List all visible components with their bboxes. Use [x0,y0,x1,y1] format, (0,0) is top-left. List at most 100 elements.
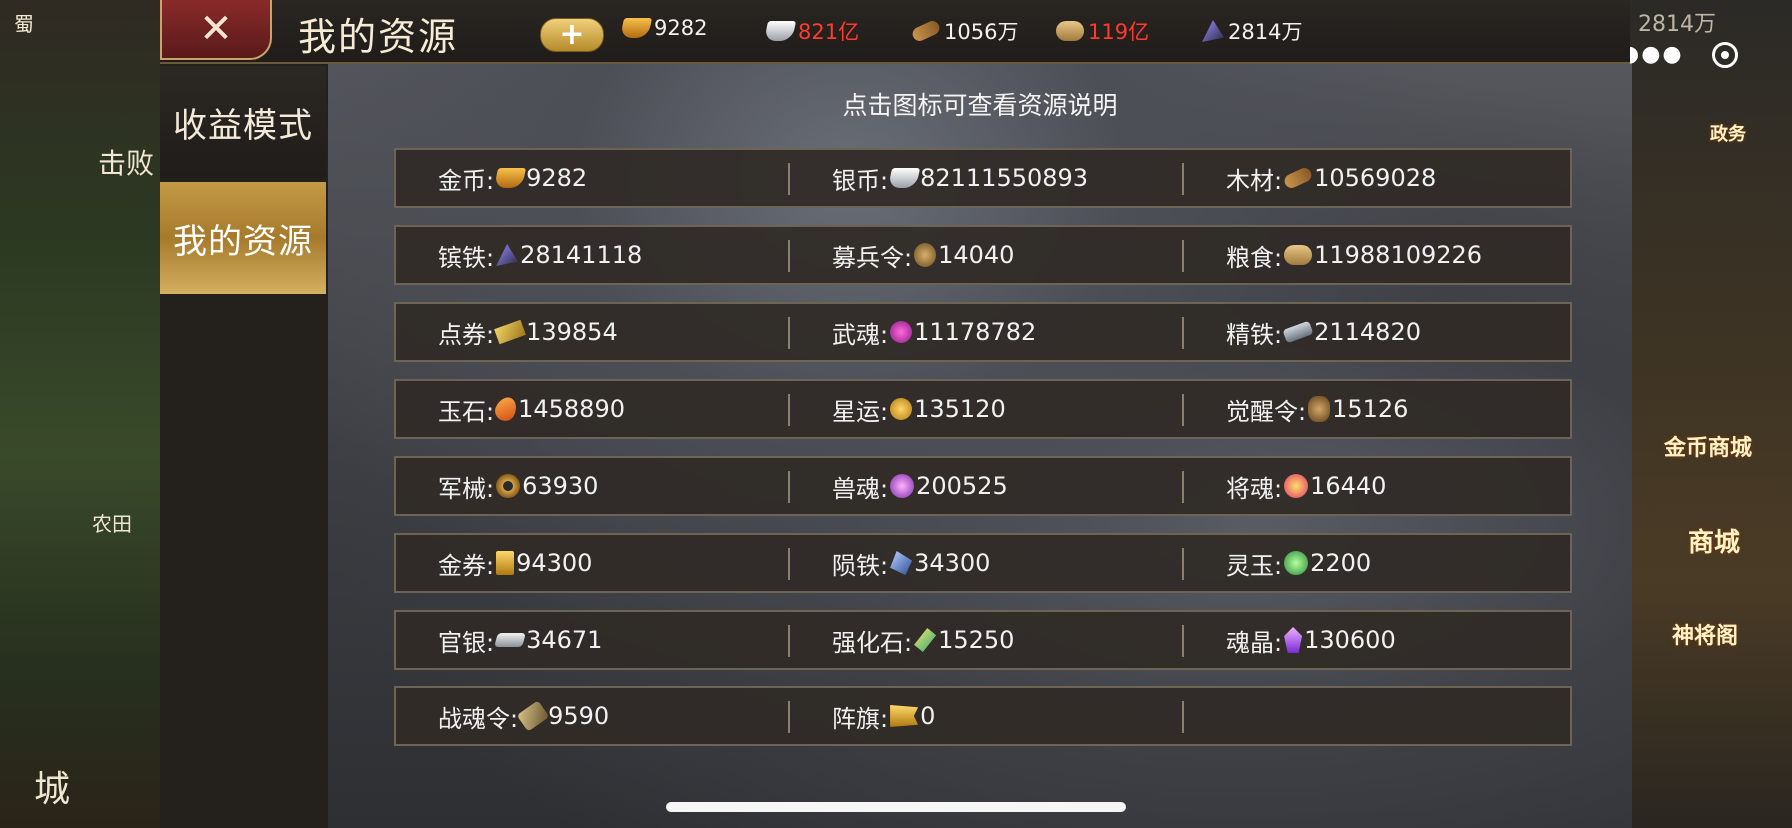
resource-cell[interactable]: 武魂: 11178782 [832,304,1036,360]
resource-cell[interactable]: 精铁: 2114820 [1226,304,1421,360]
resource-cell[interactable]: 点券: 139854 [438,304,618,360]
resource-cell[interactable]: 星运: 135120 [832,381,1006,437]
resource-label: 陨铁: [832,551,889,580]
resource-value: 1458890 [518,395,625,423]
iron-icon[interactable] [496,244,519,266]
resource-label: 点券: [438,320,495,349]
resource-cell[interactable]: 镔铁: 28141118 [438,227,642,283]
grain-icon[interactable] [1284,245,1313,265]
gold-voucher-icon[interactable] [496,551,515,575]
affairs-button[interactable]: 政务 [1710,120,1746,146]
resource-cell[interactable]: 魂晶: 130600 [1226,612,1396,668]
resource-value: 10569028 [1314,164,1437,192]
gold-ingot-icon [619,18,653,38]
resource-cell[interactable]: 觉醒令: 15126 [1226,381,1408,437]
resource-label: 兽魂: [832,474,889,503]
resource-label: 星运: [832,397,889,426]
resource-cell[interactable]: 将魂: 16440 [1226,458,1386,514]
resource-label: 精铁: [1226,320,1283,349]
top-resource-wood[interactable]: 1056万 [910,16,1018,46]
resource-value: 16440 [1310,472,1387,500]
grain-icon [1056,21,1084,41]
resource-cell[interactable]: 阵旗: 0 [832,688,935,744]
resource-value: 2114820 [1314,318,1421,346]
top-resource-iron[interactable]: 2814万 [1200,16,1302,46]
resource-label: 魂晶: [1226,628,1283,657]
resource-cell[interactable]: 粮食: 11988109226 [1226,227,1482,283]
silver-ingot-icon[interactable] [887,168,921,188]
resource-row: 镔铁: 28141118 募兵令: 14040 粮食: 11988109226 [394,225,1572,285]
close-button[interactable]: ✕ [160,0,272,60]
add-resource-button[interactable]: + [540,18,604,52]
resource-cell[interactable]: 陨铁: 34300 [832,535,990,591]
resource-cell[interactable]: 官银: 34671 [438,612,602,668]
tab-income-mode[interactable]: 收益模式 [160,66,326,178]
voucher-icon[interactable] [494,319,526,345]
resource-value: 14040 [938,241,1015,269]
column-divider [1182,625,1184,657]
resource-label: 灵玉: [1226,551,1283,580]
battle-flag-icon[interactable] [890,705,919,727]
refined-iron-icon[interactable] [1282,320,1314,344]
resource-cell[interactable]: 木材: 10569028 [1226,150,1436,206]
column-divider [788,471,790,503]
resource-value: 9590 [548,702,610,730]
official-silver-icon[interactable] [494,633,526,647]
general-soul-icon[interactable] [1284,474,1309,498]
resource-cell[interactable]: 灵玉: 2200 [1226,535,1371,591]
pavilion-button[interactable]: 神将阁 [1672,618,1738,650]
top-resource-grain[interactable]: 119亿 [1054,16,1149,46]
resource-value: 94300 [516,549,593,577]
resource-cell[interactable]: 募兵令: 14040 [832,227,1014,283]
spirit-jade-icon[interactable] [1284,551,1309,575]
home-indicator[interactable] [666,802,1126,812]
wood-icon[interactable] [1282,165,1314,191]
resource-value: 63930 [522,472,599,500]
resource-label: 官银: [438,628,495,657]
resource-label: 觉醒令: [1226,397,1307,426]
star-fortune-icon[interactable] [890,398,913,420]
top-resource-silver[interactable]: 821亿 [763,16,859,46]
resource-cell[interactable]: 银币: 82111550893 [832,150,1088,206]
top-resource-gold[interactable]: 9282 [619,16,707,40]
jade-icon[interactable] [491,393,521,425]
gold-ingot-icon[interactable] [493,168,527,188]
awaken-token-icon[interactable] [1308,396,1331,422]
resource-cell[interactable]: 战魂令: 9590 [438,688,609,744]
resource-label: 阵旗: [832,704,889,733]
resource-value: 11178782 [914,318,1037,346]
sidebar [160,64,328,828]
meteor-iron-icon[interactable] [890,551,913,575]
column-divider [1182,471,1184,503]
resource-cell[interactable]: 强化石: 15250 [832,612,1014,668]
resource-value: 82111550893 [920,164,1089,192]
city-button[interactable]: 城 [34,760,70,812]
resource-cell[interactable]: 金券: 94300 [438,535,592,591]
column-divider [1182,317,1184,349]
left-hud-background [0,0,170,828]
farm-label: 农田 [92,512,132,536]
resource-cell[interactable]: 玉石: 1458890 [438,381,625,437]
resource-cell[interactable]: 金币: 9282 [438,150,587,206]
war-soul-token-icon[interactable] [516,700,550,732]
resource-value: 2200 [1310,549,1372,577]
beast-soul-icon[interactable] [890,474,915,498]
resource-cell[interactable]: 军械: 63930 [438,458,598,514]
column-divider [1182,548,1184,580]
top-grain-value: 119亿 [1088,20,1150,44]
gold-shop-button[interactable]: 金币商城 [1664,430,1752,462]
warrior-soul-icon[interactable] [890,321,913,343]
shop-button[interactable]: 商城 [1688,522,1740,559]
page-title: 我的资源 [298,15,459,59]
record-target-icon[interactable] [1712,42,1738,68]
resource-value: 130600 [1304,626,1396,654]
enhance-stone-icon[interactable] [914,628,937,652]
soul-crystal-icon[interactable] [1284,627,1303,653]
resource-value: 139854 [526,318,618,346]
resource-row: 战魂令: 9590 阵旗: 0 [394,686,1572,746]
resource-label: 募兵令: [832,243,913,272]
resource-cell[interactable]: 兽魂: 200525 [832,458,1008,514]
armament-icon[interactable] [496,474,521,498]
tab-my-resources[interactable]: 我的资源 [160,182,326,294]
recruit-token-icon[interactable] [914,243,937,267]
